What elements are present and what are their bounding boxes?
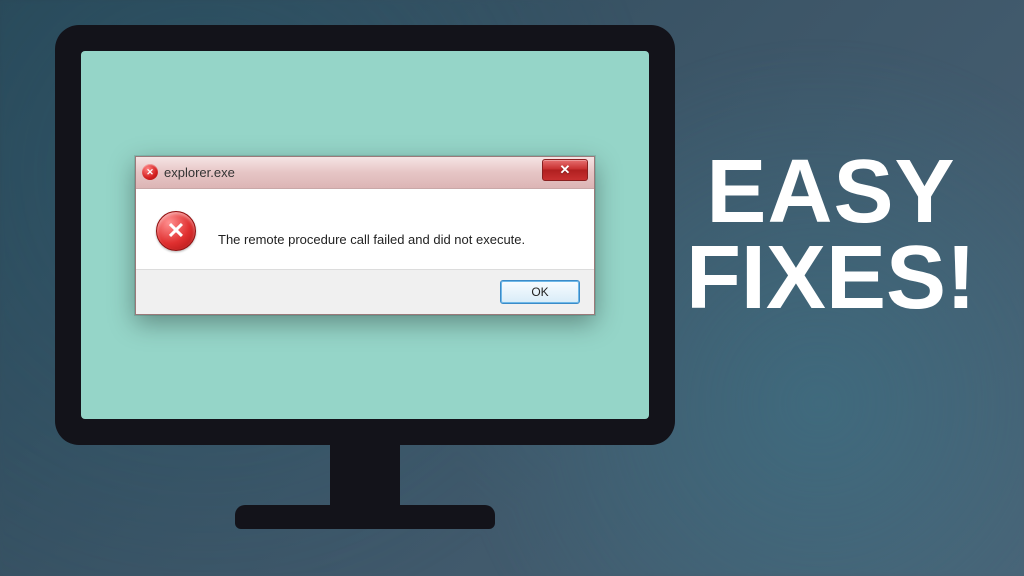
monitor-neck bbox=[330, 445, 400, 505]
dialog-body: ✕ The remote procedure call failed and d… bbox=[136, 189, 594, 269]
headline-line2: FIXES! bbox=[686, 236, 976, 322]
monitor-base bbox=[235, 505, 495, 529]
dialog-footer: OK bbox=[136, 269, 594, 314]
headline-text: EASY FIXES! bbox=[686, 150, 976, 321]
error-dialog: explorer.exe ✕ ✕ The remote procedure ca… bbox=[135, 156, 595, 315]
error-icon: ✕ bbox=[156, 211, 196, 251]
dialog-title: explorer.exe bbox=[164, 165, 542, 180]
ok-button[interactable]: OK bbox=[500, 280, 580, 304]
close-icon: ✕ bbox=[560, 162, 571, 178]
ok-button-label: OK bbox=[531, 285, 548, 299]
dialog-message: The remote procedure call failed and did… bbox=[218, 214, 525, 247]
close-button[interactable]: ✕ bbox=[542, 159, 588, 181]
monitor-screen: explorer.exe ✕ ✕ The remote procedure ca… bbox=[81, 51, 649, 419]
monitor-bezel: explorer.exe ✕ ✕ The remote procedure ca… bbox=[55, 25, 675, 445]
error-small-icon bbox=[142, 164, 158, 180]
monitor-illustration: explorer.exe ✕ ✕ The remote procedure ca… bbox=[55, 25, 675, 550]
headline-line1: EASY bbox=[686, 150, 976, 236]
dialog-titlebar[interactable]: explorer.exe ✕ bbox=[136, 157, 594, 189]
